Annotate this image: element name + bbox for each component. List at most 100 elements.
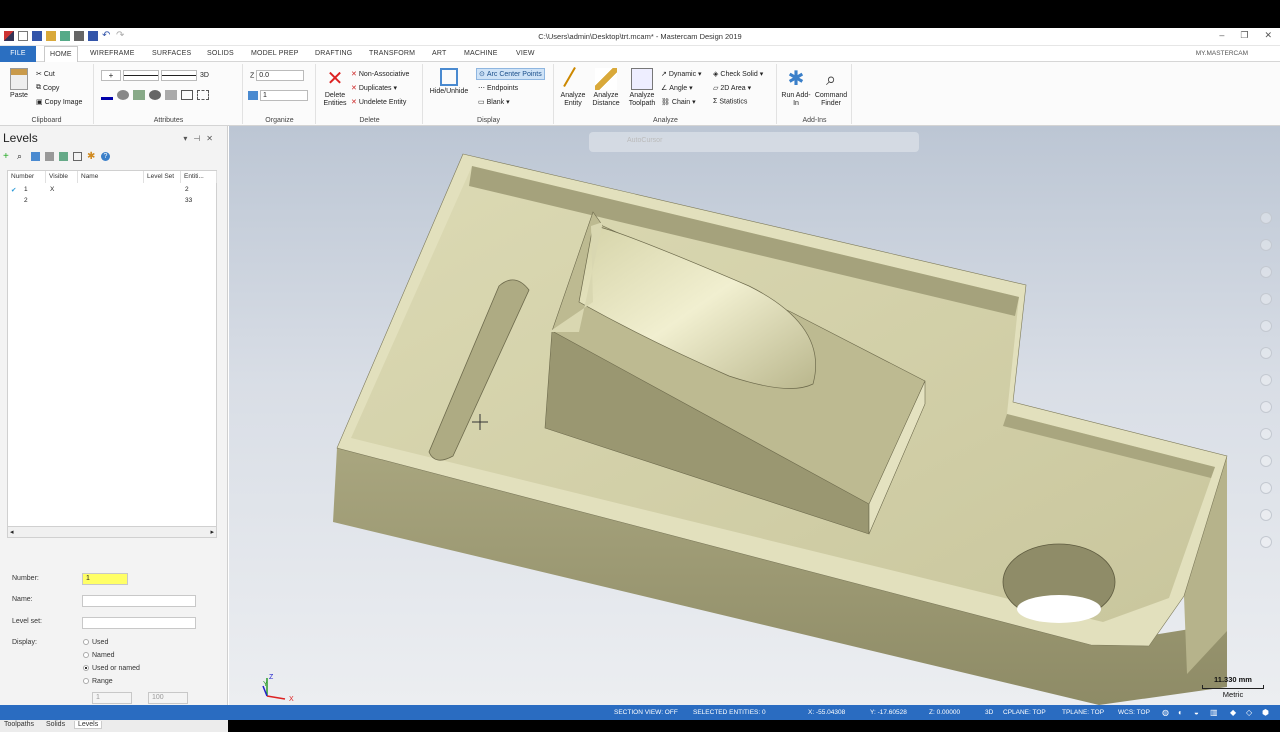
- more-icon[interactable]: ⬢: [1262, 708, 1269, 717]
- set-all-icon[interactable]: [196, 90, 209, 100]
- zoom-in-icon[interactable]: [1260, 212, 1272, 224]
- rotate-icon[interactable]: [1260, 293, 1272, 305]
- display-named-radio[interactable]: Named: [83, 652, 115, 659]
- column-number[interactable]: Number: [8, 171, 46, 183]
- dropdown-icon[interactable]: ▾: [183, 134, 193, 143]
- close-icon[interactable]: ✕: [1264, 30, 1272, 41]
- view-top-icon[interactable]: [1260, 320, 1272, 332]
- point-style-select[interactable]: +: [101, 70, 121, 81]
- range-to-input[interactable]: 100: [148, 692, 188, 704]
- tab-wireframe[interactable]: WIREFRAME: [90, 46, 135, 62]
- display-range-radio[interactable]: Range: [83, 678, 113, 685]
- blank-button[interactable]: ▭ Blank ▾: [478, 98, 510, 106]
- scale-unit[interactable]: Metric: [1202, 690, 1264, 699]
- translucent-icon[interactable]: ◇: [1246, 708, 1252, 717]
- shading-icon[interactable]: ◐: [1178, 708, 1183, 717]
- point-color-icon[interactable]: [116, 90, 129, 100]
- wireframe-color-icon[interactable]: [101, 90, 113, 100]
- tab-levels-manager[interactable]: Levels: [74, 721, 103, 729]
- row-visible[interactable]: X: [50, 186, 54, 193]
- my-mastercam-link[interactable]: MY.MASTERCAM: [1196, 50, 1248, 57]
- shaded-icon[interactable]: [1260, 455, 1272, 467]
- tab-model-prep[interactable]: MODEL PREP: [251, 46, 299, 62]
- edges-icon[interactable]: ◆: [1230, 708, 1236, 717]
- arc-center-points-toggle[interactable]: ⊙ Arc Center Points: [476, 68, 545, 80]
- horizontal-scrollbar[interactable]: ◂ ▸: [7, 526, 217, 538]
- tab-transform[interactable]: TRANSFORM: [369, 46, 415, 62]
- filter-icon[interactable]: [59, 152, 68, 161]
- tab-drafting[interactable]: DRAFTING: [315, 46, 352, 62]
- level-field[interactable]: 1: [248, 90, 308, 101]
- tab-home[interactable]: HOME: [44, 46, 78, 63]
- run-addin-button[interactable]: ✱ Run Add-In: [780, 68, 812, 108]
- find-level-icon[interactable]: ⌕: [17, 152, 26, 161]
- mode-3d-toggle[interactable]: 3D: [200, 72, 209, 79]
- cplane-status[interactable]: CPLANE: TOP: [1003, 709, 1046, 716]
- undelete-entity-button[interactable]: ✕ Undelete Entity: [351, 98, 406, 106]
- check-solid-button[interactable]: ◈ Check Solid ▾: [713, 70, 763, 78]
- delete-entities-button[interactable]: ✕ Delete Entities: [319, 68, 351, 108]
- analyze-toolpath-button[interactable]: Analyze Toolpath: [625, 68, 659, 108]
- tab-solids-manager[interactable]: Solids: [46, 721, 65, 728]
- wcs-status[interactable]: WCS: TOP: [1118, 709, 1150, 716]
- material-icon[interactable]: [164, 90, 177, 100]
- range-from-input[interactable]: 1: [92, 692, 132, 704]
- tab-file[interactable]: FILE: [0, 46, 36, 62]
- level-set-input[interactable]: [82, 617, 196, 629]
- surface-color-icon[interactable]: [132, 90, 145, 100]
- scroll-right-icon[interactable]: ▸: [210, 528, 214, 536]
- copy-button[interactable]: ⧉ Copy: [36, 84, 59, 92]
- angle-button[interactable]: ∠ Angle ▾: [661, 84, 693, 92]
- table-row[interactable]: ✔ 1 X 2: [8, 185, 216, 196]
- clear-color-icon[interactable]: [180, 90, 193, 100]
- graphics-viewport[interactable]: AutoCursor Z Y X 11.330 mm Metric: [229, 126, 1280, 705]
- close-panel-icon[interactable]: ✕: [206, 134, 219, 143]
- translucency-icon[interactable]: [1260, 482, 1272, 494]
- line-style-select[interactable]: [123, 70, 159, 81]
- mode-3d-status[interactable]: 3D: [985, 709, 993, 716]
- column-level-set[interactable]: Level Set: [144, 171, 181, 183]
- help-icon[interactable]: ?: [101, 152, 110, 161]
- scroll-left-icon[interactable]: ◂: [10, 528, 14, 536]
- paste-button[interactable]: Paste: [6, 68, 32, 100]
- tplane-status[interactable]: TPLANE: TOP: [1062, 709, 1104, 716]
- column-name[interactable]: Name: [78, 171, 144, 183]
- solid-color-icon[interactable]: [148, 90, 161, 100]
- list-icon[interactable]: [73, 152, 82, 161]
- analyze-entity-button[interactable]: Analyze Entity: [557, 66, 589, 108]
- analyze-distance-button[interactable]: Analyze Distance: [589, 68, 623, 108]
- column-entities[interactable]: Entiti...: [181, 171, 217, 183]
- number-input[interactable]: 1: [82, 573, 128, 585]
- statistics-button[interactable]: Σ Statistics: [713, 98, 747, 105]
- tab-surfaces[interactable]: SURFACES: [152, 46, 191, 62]
- command-finder-button[interactable]: ⌕ Command Finder: [812, 68, 850, 108]
- name-input[interactable]: [82, 595, 196, 607]
- selected-entities-status[interactable]: SELECTED ENTITIES: 0: [693, 709, 766, 716]
- section-view-status[interactable]: SECTION VIEW: OFF: [614, 709, 678, 716]
- part-model[interactable]: [229, 126, 1280, 705]
- hide-unhide-button[interactable]: Hide/Unhide: [426, 68, 472, 96]
- line-width-select[interactable]: [161, 70, 197, 81]
- part-body[interactable]: [333, 153, 1228, 705]
- zoom-out-icon[interactable]: [1260, 239, 1272, 251]
- render-icon[interactable]: ▥: [1210, 708, 1218, 717]
- display-used-radio[interactable]: Used: [83, 639, 108, 646]
- view-iso-icon[interactable]: [1260, 401, 1272, 413]
- copy-image-button[interactable]: ▣ Copy Image: [36, 98, 82, 106]
- table-row[interactable]: 2 33: [8, 196, 216, 207]
- cplane-icon[interactable]: [1260, 509, 1272, 521]
- non-associative-button[interactable]: ✕ Non-Associative: [351, 70, 409, 78]
- set-hidden-icon[interactable]: [45, 152, 54, 161]
- maximize-icon[interactable]: ❐: [1240, 30, 1248, 41]
- column-visible[interactable]: Visible: [46, 171, 78, 183]
- duplicates-button[interactable]: ✕ Duplicates ▾: [351, 84, 397, 92]
- tab-toolpaths[interactable]: Toolpaths: [4, 721, 34, 728]
- chain-button[interactable]: ⛓ Chain ▾: [661, 98, 696, 106]
- globe-icon[interactable]: ◍: [1162, 708, 1169, 717]
- fit-icon[interactable]: [1260, 266, 1272, 278]
- add-level-icon[interactable]: +: [3, 152, 12, 162]
- set-visible-icon[interactable]: [31, 152, 40, 161]
- view-side-icon[interactable]: [1260, 374, 1272, 386]
- pin-icon[interactable]: ⊣: [193, 134, 206, 143]
- view-front-icon[interactable]: [1260, 347, 1272, 359]
